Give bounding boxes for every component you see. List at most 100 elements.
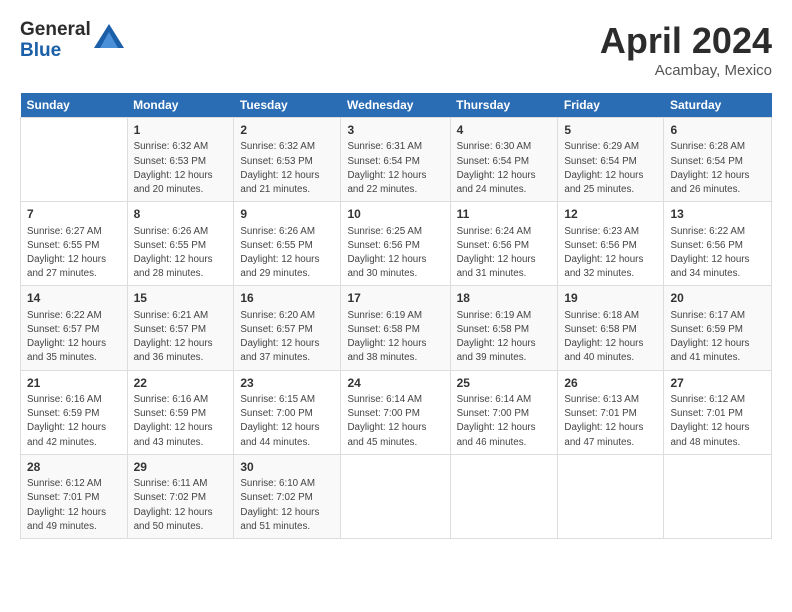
day-info: Sunrise: 6:27 AM Sunset: 6:55 PM Dayligh… xyxy=(27,225,121,282)
day-number: 4 xyxy=(457,122,552,139)
day-number: 23 xyxy=(240,375,334,392)
day-cell: 26Sunrise: 6:13 AM Sunset: 7:01 PM Dayli… xyxy=(558,370,664,454)
day-number: 2 xyxy=(240,122,334,139)
day-info: Sunrise: 6:14 AM Sunset: 7:00 PM Dayligh… xyxy=(457,393,552,450)
day-info: Sunrise: 6:32 AM Sunset: 6:53 PM Dayligh… xyxy=(134,140,228,197)
day-number: 14 xyxy=(27,290,121,307)
day-number: 22 xyxy=(134,375,228,392)
day-info: Sunrise: 6:21 AM Sunset: 6:57 PM Dayligh… xyxy=(134,309,228,366)
week-row-4: 21Sunrise: 6:16 AM Sunset: 6:59 PM Dayli… xyxy=(21,370,772,454)
day-number: 25 xyxy=(457,375,552,392)
page: General Blue April 2024 Acambay, Mexico … xyxy=(0,0,792,549)
week-row-1: 1Sunrise: 6:32 AM Sunset: 6:53 PM Daylig… xyxy=(21,118,772,202)
day-cell: 3Sunrise: 6:31 AM Sunset: 6:54 PM Daylig… xyxy=(341,118,450,202)
day-number: 24 xyxy=(347,375,443,392)
location: Acambay, Mexico xyxy=(600,62,772,79)
logo: General Blue xyxy=(20,20,124,62)
day-number: 28 xyxy=(27,459,121,476)
day-cell xyxy=(450,454,558,538)
logo-line2: Blue xyxy=(20,41,91,62)
day-info: Sunrise: 6:28 AM Sunset: 6:54 PM Dayligh… xyxy=(670,140,765,197)
day-info: Sunrise: 6:30 AM Sunset: 6:54 PM Dayligh… xyxy=(457,140,552,197)
day-cell: 2Sunrise: 6:32 AM Sunset: 6:53 PM Daylig… xyxy=(234,118,341,202)
day-cell: 22Sunrise: 6:16 AM Sunset: 6:59 PM Dayli… xyxy=(127,370,234,454)
day-number: 27 xyxy=(670,375,765,392)
day-cell: 14 Sunrise: 6:22 AM Sunset: 6:57 PM Dayli… xyxy=(21,286,128,370)
calendar-table: SundayMondayTuesdayWednesdayThursdayFrid… xyxy=(20,93,772,539)
day-cell xyxy=(341,454,450,538)
day-info: Sunrise: 6:12 AM Sunset: 7:01 PM Dayligh… xyxy=(670,393,765,450)
col-header-tuesday: Tuesday xyxy=(234,93,341,118)
day-cell: 8 Sunrise: 6:26 AM Sunset: 6:55 PM Daylig… xyxy=(127,202,234,286)
day-cell: 18Sunrise: 6:19 AM Sunset: 6:58 PM Dayli… xyxy=(450,286,558,370)
day-cell: 30Sunrise: 6:10 AM Sunset: 7:02 PM Dayli… xyxy=(234,454,341,538)
day-cell: 23Sunrise: 6:15 AM Sunset: 7:00 PM Dayli… xyxy=(234,370,341,454)
day-info: Sunrise: 6:19 AM Sunset: 6:58 PM Dayligh… xyxy=(457,309,552,366)
day-cell: 11 Sunrise: 6:24 AM Sunset: 6:56 PM Dayli… xyxy=(450,202,558,286)
day-number: 1 xyxy=(134,122,228,139)
day-cell: 21Sunrise: 6:16 AM Sunset: 6:59 PM Dayli… xyxy=(21,370,128,454)
day-info: Sunrise: 6:10 AM Sunset: 7:02 PM Dayligh… xyxy=(240,477,334,534)
day-cell: 17 Sunrise: 6:19 AM Sunset: 6:58 PM Dayli… xyxy=(341,286,450,370)
day-number: 11 xyxy=(457,206,552,223)
day-info: Sunrise: 6:26 AM Sunset: 6:55 PM Dayligh… xyxy=(240,225,334,282)
day-info: Sunrise: 6:18 AM Sunset: 6:58 PM Dayligh… xyxy=(564,309,657,366)
day-number: 21 xyxy=(27,375,121,392)
day-number: 13 xyxy=(670,206,765,223)
col-header-monday: Monday xyxy=(127,93,234,118)
day-cell: 6Sunrise: 6:28 AM Sunset: 6:54 PM Daylig… xyxy=(664,118,772,202)
day-number: 9 xyxy=(240,206,334,223)
day-number: 10 xyxy=(347,206,443,223)
day-cell: 13 Sunrise: 6:22 AM Sunset: 6:56 PM Dayli… xyxy=(664,202,772,286)
day-info: Sunrise: 6:12 AM Sunset: 7:01 PM Dayligh… xyxy=(27,477,121,534)
day-cell: 27Sunrise: 6:12 AM Sunset: 7:01 PM Dayli… xyxy=(664,370,772,454)
day-info: Sunrise: 6:22 AM Sunset: 6:56 PM Dayligh… xyxy=(670,225,765,282)
day-cell xyxy=(664,454,772,538)
day-info: Sunrise: 6:16 AM Sunset: 6:59 PM Dayligh… xyxy=(134,393,228,450)
day-info: Sunrise: 6:22 AM Sunset: 6:57 PM Dayligh… xyxy=(27,309,121,366)
day-number: 20 xyxy=(670,290,765,307)
day-cell: 10 Sunrise: 6:25 AM Sunset: 6:56 PM Dayli… xyxy=(341,202,450,286)
day-cell: 9 Sunrise: 6:26 AM Sunset: 6:55 PM Daylig… xyxy=(234,202,341,286)
header: General Blue April 2024 Acambay, Mexico xyxy=(20,20,772,79)
day-number: 16 xyxy=(240,290,334,307)
day-number: 26 xyxy=(564,375,657,392)
day-number: 8 xyxy=(134,206,228,223)
day-cell: 28Sunrise: 6:12 AM Sunset: 7:01 PM Dayli… xyxy=(21,454,128,538)
day-info: Sunrise: 6:13 AM Sunset: 7:01 PM Dayligh… xyxy=(564,393,657,450)
logo-icon xyxy=(94,24,124,48)
day-info: Sunrise: 6:32 AM Sunset: 6:53 PM Dayligh… xyxy=(240,140,334,197)
day-info: Sunrise: 6:23 AM Sunset: 6:56 PM Dayligh… xyxy=(564,225,657,282)
week-row-5: 28Sunrise: 6:12 AM Sunset: 7:01 PM Dayli… xyxy=(21,454,772,538)
day-info: Sunrise: 6:29 AM Sunset: 6:54 PM Dayligh… xyxy=(564,140,657,197)
col-header-saturday: Saturday xyxy=(664,93,772,118)
col-header-friday: Friday xyxy=(558,93,664,118)
day-cell xyxy=(558,454,664,538)
day-info: Sunrise: 6:17 AM Sunset: 6:59 PM Dayligh… xyxy=(670,309,765,366)
day-number: 7 xyxy=(27,206,121,223)
day-number: 12 xyxy=(564,206,657,223)
day-cell: 15Sunrise: 6:21 AM Sunset: 6:57 PM Dayli… xyxy=(127,286,234,370)
day-info: Sunrise: 6:20 AM Sunset: 6:57 PM Dayligh… xyxy=(240,309,334,366)
day-cell: 12 Sunrise: 6:23 AM Sunset: 6:56 PM Dayli… xyxy=(558,202,664,286)
day-number: 6 xyxy=(670,122,765,139)
day-number: 19 xyxy=(564,290,657,307)
col-header-sunday: Sunday xyxy=(21,93,128,118)
day-cell: 20 Sunrise: 6:17 AM Sunset: 6:59 PM Dayli… xyxy=(664,286,772,370)
day-info: Sunrise: 6:11 AM Sunset: 7:02 PM Dayligh… xyxy=(134,477,228,534)
day-info: Sunrise: 6:26 AM Sunset: 6:55 PM Dayligh… xyxy=(134,225,228,282)
day-number: 17 xyxy=(347,290,443,307)
day-cell: 5Sunrise: 6:29 AM Sunset: 6:54 PM Daylig… xyxy=(558,118,664,202)
day-info: Sunrise: 6:25 AM Sunset: 6:56 PM Dayligh… xyxy=(347,225,443,282)
week-row-2: 7 Sunrise: 6:27 AM Sunset: 6:55 PM Daylig… xyxy=(21,202,772,286)
day-cell: 1Sunrise: 6:32 AM Sunset: 6:53 PM Daylig… xyxy=(127,118,234,202)
day-cell xyxy=(21,118,128,202)
title-block: April 2024 Acambay, Mexico xyxy=(600,20,772,79)
day-number: 3 xyxy=(347,122,443,139)
day-cell: 4Sunrise: 6:30 AM Sunset: 6:54 PM Daylig… xyxy=(450,118,558,202)
day-cell: 16 Sunrise: 6:20 AM Sunset: 6:57 PM Dayli… xyxy=(234,286,341,370)
day-info: Sunrise: 6:24 AM Sunset: 6:56 PM Dayligh… xyxy=(457,225,552,282)
logo-line1: General xyxy=(20,20,91,41)
day-info: Sunrise: 6:16 AM Sunset: 6:59 PM Dayligh… xyxy=(27,393,121,450)
day-info: Sunrise: 6:19 AM Sunset: 6:58 PM Dayligh… xyxy=(347,309,443,366)
